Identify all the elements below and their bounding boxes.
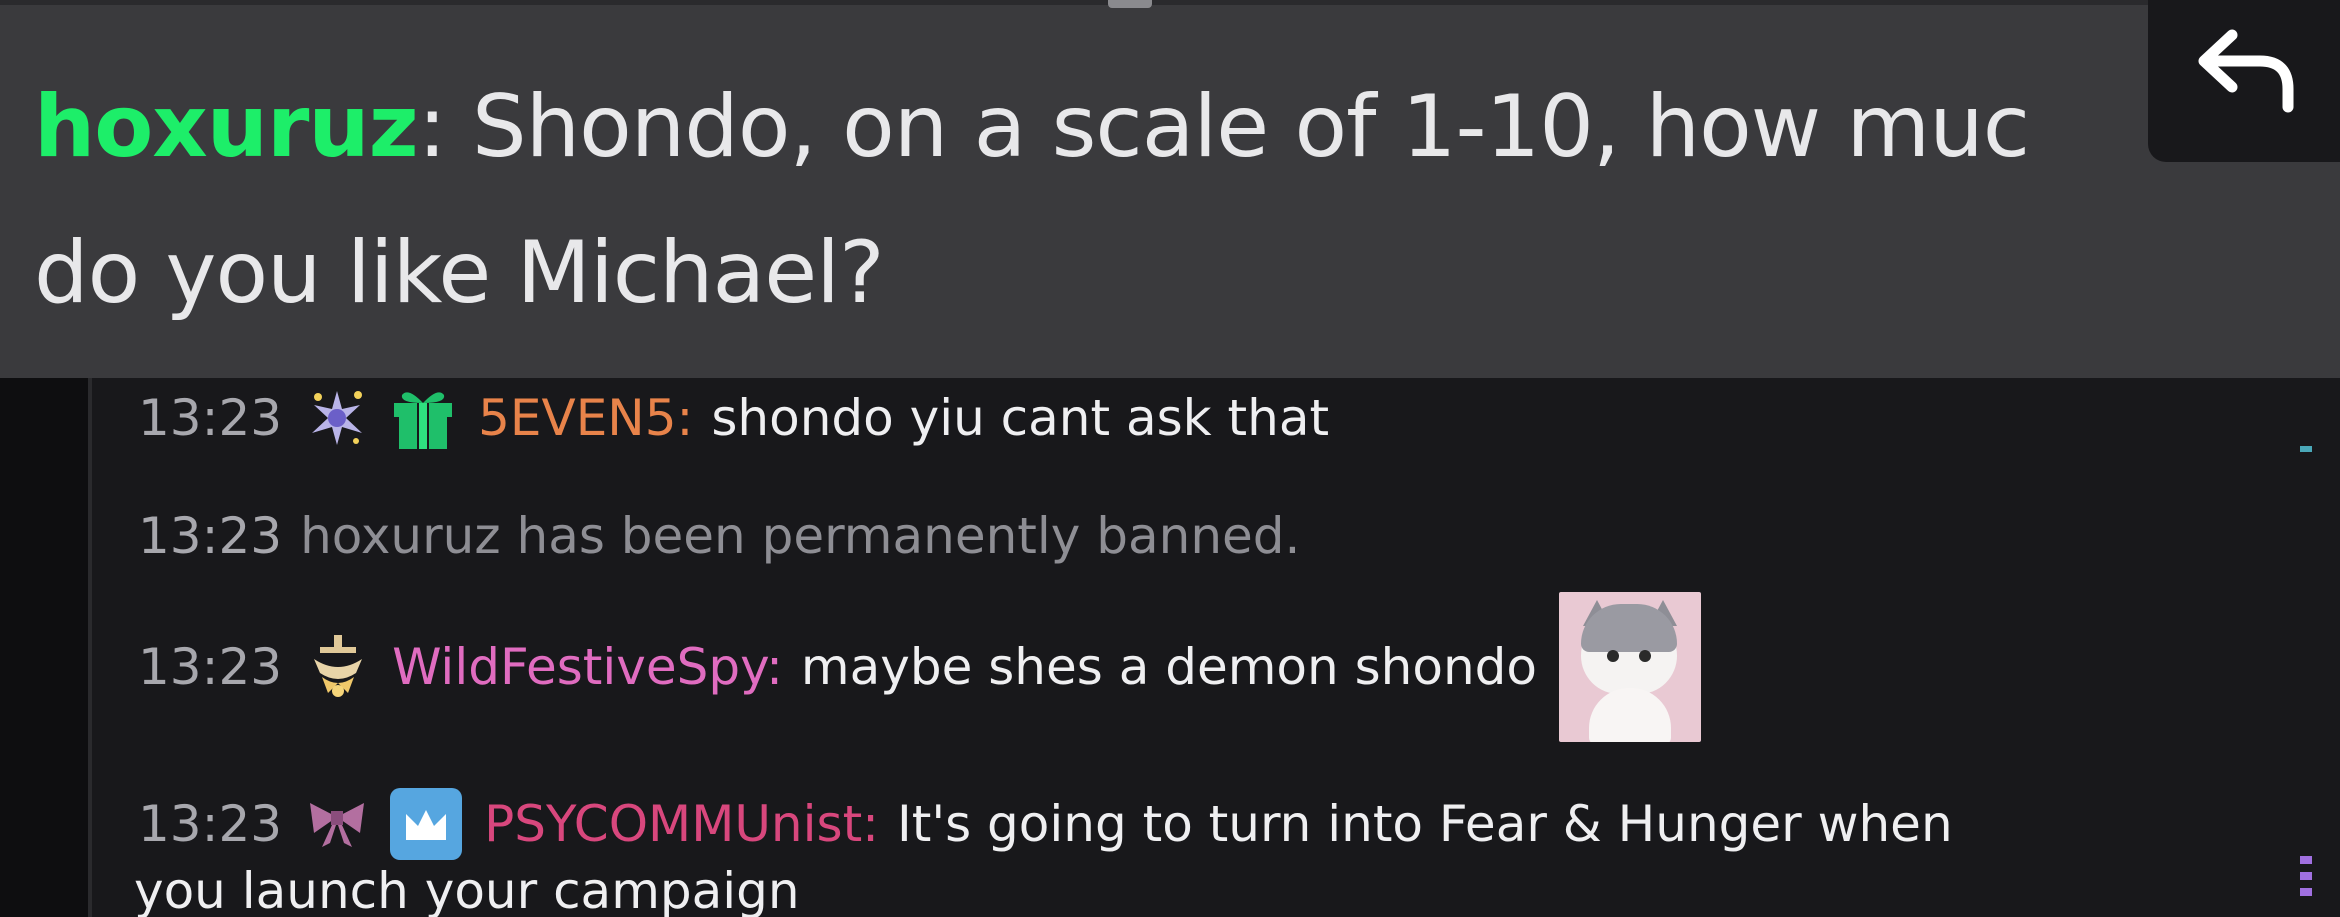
timestamp: 13:23 [138,638,283,696]
left-rail [0,378,88,917]
pinned-text-line2: do you like Michael? [34,223,885,323]
scroll-marker [2300,872,2312,880]
username[interactable]: 5EVEN5: [478,389,693,447]
chat-message[interactable]: 13:23 PSYCOMMUnist: It's going to turn i… [138,784,1953,864]
cat-body [1588,688,1671,742]
bow-badge-icon[interactable] [306,799,368,849]
message-text: It's going to turn into Fear & Hunger wh… [897,795,1953,853]
pinned-text-line1: Shondo, on a scale of 1-10, how muc [445,77,2030,177]
pinned-separator: : [417,77,447,177]
scroll-marker [2300,856,2312,864]
pinned-username[interactable]: hoxuruz [34,77,419,177]
timestamp: 13:23 [138,389,283,447]
message-text: maybe shes a demon shondo [800,638,1537,696]
reply-arrow-icon [2198,29,2294,113]
timestamp: 13:23 [138,507,283,565]
reply-button[interactable] [2148,0,2340,162]
pinned-top-border [0,0,2340,5]
message-text-line2: you launch your campaign [134,862,800,917]
timestamp: 13:23 [138,795,283,853]
rail-divider [88,378,92,917]
system-message: 13:23 hoxuruz has been permanently banne… [138,496,1300,576]
username[interactable]: WildFestiveSpy: [392,638,783,696]
ban-notice-text: hoxuruz has been permanently banned. [300,507,1301,565]
crown-badge-icon[interactable] [390,788,463,860]
chandelier-badge-icon[interactable] [306,633,370,701]
message-text: shondo yiu cant ask that [711,389,1330,447]
sparkle-star-badge-icon[interactable] [306,387,368,449]
chat-log[interactable]: 13:23 5EVEN5: shondo yiu cant ask that 1… [0,378,2340,917]
chat-message[interactable]: 13:23 WildFestiveSpy: maybe shes a demon… [138,592,1701,742]
gift-badge-icon[interactable] [390,385,456,451]
username[interactable]: PSYCOMMUnist: [484,795,879,853]
pinned-message-panel: hoxuruz: Shondo, on a scale of 1-10, how… [0,0,2340,378]
scroll-marker [2300,888,2312,896]
chat-message[interactable]: 13:23 5EVEN5: shondo yiu cant ask that [138,378,1329,458]
scroll-marker [2300,446,2312,452]
pinned-message-text: hoxuruz: Shondo, on a scale of 1-10, how… [34,54,2194,346]
cat-eye [1638,650,1651,662]
drag-handle[interactable] [1108,0,1152,8]
message-text-continued: you launch your campaign [134,856,800,917]
cat-eye [1606,650,1619,662]
kitten-emote[interactable] [1558,592,1701,742]
